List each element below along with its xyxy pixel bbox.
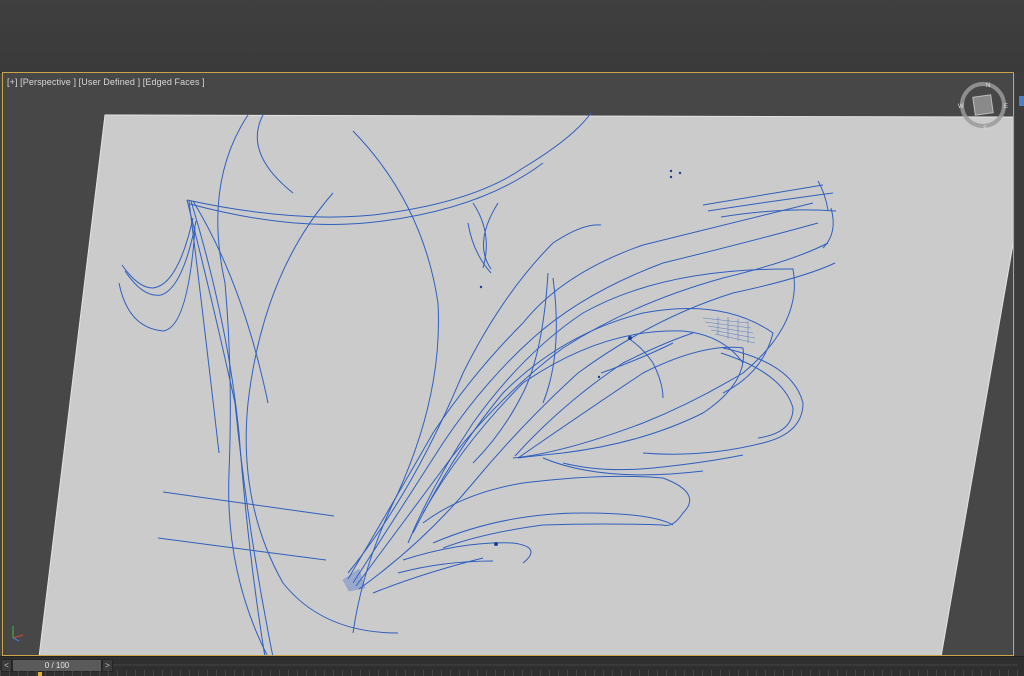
viewcube-west-label: W [958, 104, 964, 110]
scene-canvas[interactable] [3, 73, 1014, 656]
viewcube-north-label: N [986, 83, 990, 89]
panel-tab[interactable] [1019, 96, 1024, 106]
viewcube[interactable]: N S E W [957, 79, 1009, 131]
viewport-label[interactable]: [+] [Perspective ] [User Defined ] [Edge… [7, 77, 205, 87]
time-slider-bar[interactable]: < 0 / 100 > [0, 656, 1024, 676]
toolbar-area [0, 0, 1024, 73]
axis-tripod [12, 626, 24, 642]
timeline-ticks [0, 670, 1024, 676]
current-frame-marker [38, 672, 42, 676]
command-panel-edge [1015, 72, 1024, 656]
viewcube-east-label: E [1004, 104, 1008, 110]
viewcube-south-label: S [983, 126, 987, 131]
perspective-viewport[interactable]: [+] [Perspective ] [User Defined ] [Edge… [2, 72, 1014, 656]
timeline-track[interactable] [113, 664, 1018, 666]
